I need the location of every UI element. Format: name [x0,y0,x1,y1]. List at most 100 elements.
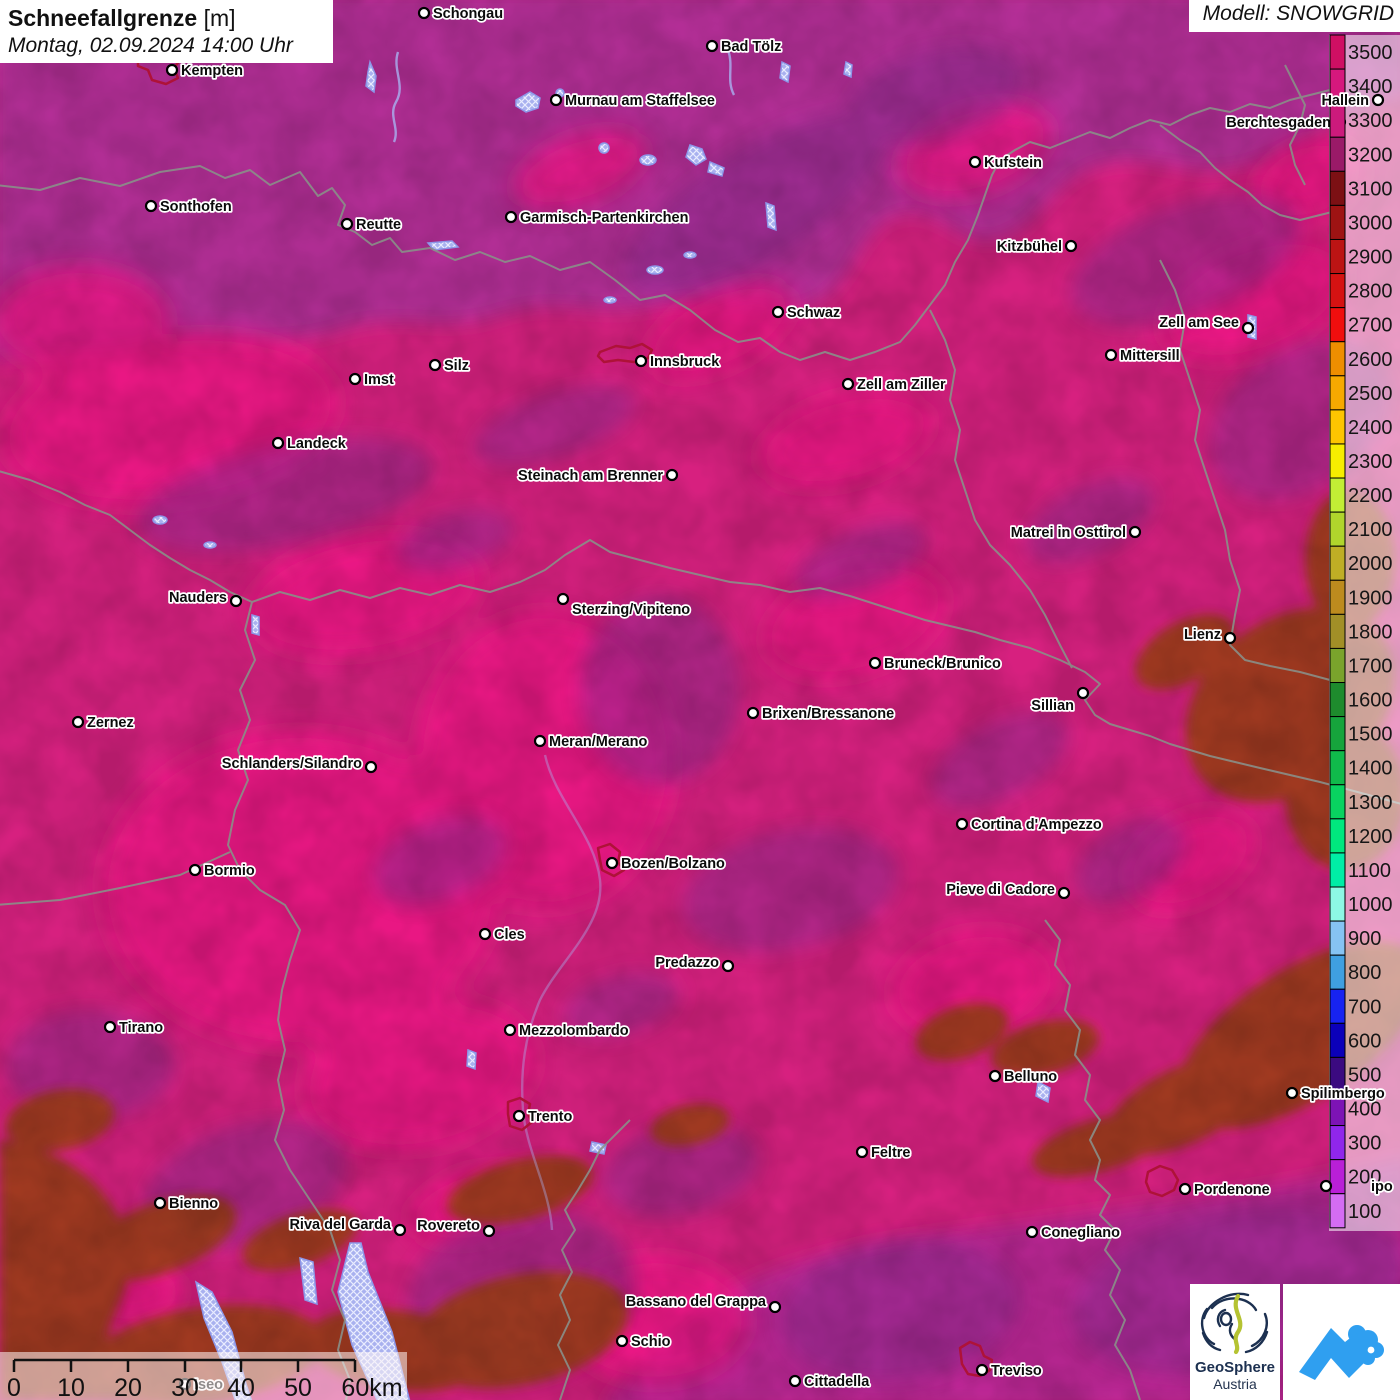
colorbar-tick-label: 3200 [1348,144,1393,166]
colorbar-tick-label: 900 [1348,928,1381,950]
city-dot [549,93,563,107]
city-marker: Bozen/Bolzano [605,854,727,874]
city-label: Mezzolombardo [519,1023,629,1039]
colorbar-tick-label: 300 [1348,1133,1381,1155]
city-dot [1064,239,1078,253]
city-label: Nauders [169,590,227,606]
city-label: Cles [494,927,525,943]
city-dot [144,199,158,213]
colorbar-swatch [1329,409,1346,445]
city-label: Garmisch-Partenkirchen [520,210,688,226]
city-label: Berchtesgaden [1226,115,1331,131]
city-label: Kempten [181,63,243,79]
colorbar-tick-label: 1500 [1348,724,1393,746]
colorbar-swatch [1329,647,1346,684]
colorbar-swatch [1329,341,1346,377]
colorbar-tick-label: 1800 [1348,621,1393,643]
city-label: Steinach am Brenner [518,468,663,484]
city-label: Kitzbühel [997,239,1062,255]
colorbar-swatch [1329,443,1346,479]
city-marker: Mezzolombardo [503,1021,630,1041]
city-dot [165,63,179,77]
city-label: Murnau am Staffelsee [565,93,715,109]
city-label: Sillian [1031,698,1074,714]
colorbar-swatch [1329,545,1346,581]
colorbar-tick-label: 1000 [1348,894,1393,916]
scale-bar-label: 10 [57,1374,85,1400]
city-label: Riva del Garda [289,1217,391,1233]
colorbar-swatch [1329,613,1346,649]
city-dot [340,217,354,231]
snowline-map-screenshot: Schongau Bad Tölz Kempten Murnau am Staffel… [0,0,1400,1400]
city-label: Belluno [1004,1069,1057,1085]
city-dot [841,377,855,391]
city-label: Pordenone [1194,1182,1270,1198]
city-label: Kufstein [984,155,1042,171]
colorbar-swatch [1329,477,1346,513]
city-dot [955,817,969,831]
colorbar-tick-label: 3000 [1348,212,1393,234]
city-label: Schwaz [787,305,840,321]
colorbar-tick-label: 1300 [1348,792,1393,814]
city-dot [746,706,760,720]
city-label: Schongau [433,6,503,22]
geosphere-wordmark: GeoSphere [1194,1359,1276,1376]
city-dot [504,210,518,224]
city-dot [417,6,431,20]
city-marker: Conegliano [1025,1223,1122,1243]
city-dot [71,715,85,729]
city-label: Bassano del Grappa [626,1294,767,1310]
city-dot [393,1223,407,1237]
colorbar-swatch [1329,750,1346,786]
city-label: Predazzo [655,955,719,971]
city-marker: Berchtesgaden [1225,113,1347,133]
scale-bar-label: 40 [227,1374,255,1400]
colorbar-tick-label: 3500 [1348,42,1393,64]
scale-bar-label: 50 [284,1374,312,1400]
city-dot [968,155,982,169]
city-label: Schlanders/Silandro [222,756,362,772]
colorbar-swatch [1329,988,1346,1024]
city-label: Pieve di Cadore [946,882,1055,898]
colorbar-tick-label: 2500 [1348,383,1393,405]
city-dot [855,1145,869,1159]
colorbar-swatch [1329,1193,1346,1229]
city-dot [188,863,202,877]
city-marker: Bassano del Grappa [624,1292,782,1314]
colorbar-swatch [1329,1159,1346,1195]
city-dot [1241,321,1255,335]
city-marker: Brixen/Bressanone [746,704,896,724]
colorbar-swatch [1329,136,1346,172]
colorbar-swatch [1329,307,1346,343]
colorbar-tick-label: 2400 [1348,417,1393,439]
colorbar-tick-label: 600 [1348,1030,1381,1052]
city-label: Hallein [1321,93,1369,109]
city-label: ipo [1371,1179,1393,1195]
city-marker: Riva del Garda [288,1215,407,1237]
colorbar-tick-label: 1200 [1348,826,1393,848]
city-dot [1025,1225,1039,1239]
city-dot [1223,631,1237,645]
city-dot [768,1300,782,1314]
colorbar-swatch [1329,920,1346,956]
city-dot [348,372,362,386]
city-dot [988,1069,1002,1083]
city-marker: Pieve di Cadore [945,880,1071,900]
city-label: Bruneck/Brunico [884,656,1001,672]
scale-bar-label: 0 [7,1374,21,1400]
city-dot [533,734,547,748]
city-label: Bozen/Bolzano [621,856,725,872]
city-dot [1057,886,1071,900]
scale-bar-label: 30 [171,1374,199,1400]
map-title: Schneefallgrenze [m] [8,4,333,32]
city-label: Cortina d'Ampezzo [971,817,1102,833]
title-unit: [m] [203,5,236,31]
city-dot [1076,686,1090,700]
colorbar-tick-label: 2800 [1348,281,1393,303]
colorbar-tick-label: 3100 [1348,178,1393,200]
city-dot [153,1196,167,1210]
city-label: Bad Tölz [721,39,781,55]
city-marker: Garmisch-Partenkirchen [504,208,690,228]
colorbar-swatch [1329,886,1346,922]
colorbar-tick-label: 2000 [1348,553,1393,575]
